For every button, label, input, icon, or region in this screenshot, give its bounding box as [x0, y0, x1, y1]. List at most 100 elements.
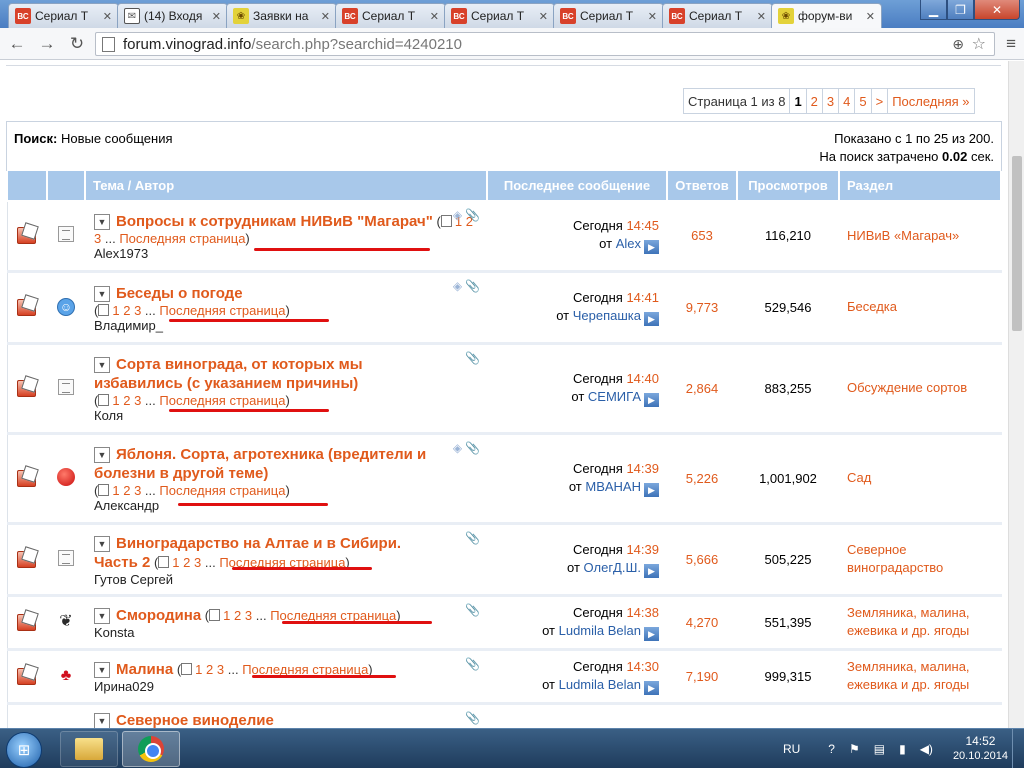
replies-count[interactable]: 2,864 [666, 342, 738, 435]
page-link[interactable]: 5 [854, 89, 871, 113]
page-link[interactable]: 3 [194, 555, 201, 570]
volume-icon[interactable]: ◀) [920, 742, 933, 756]
replies-count[interactable]: 7,190 [666, 648, 738, 705]
forum-link[interactable]: Земляника, малина, ежевика и др. ягоды [838, 648, 1002, 705]
forum-link[interactable]: НИВиВ «Магарач» [838, 200, 1002, 273]
page-link[interactable]: 3 [94, 231, 101, 246]
page-link[interactable]: 2 [183, 555, 190, 570]
browser-tab-7[interactable]: ВС Сериал Т ✕ [662, 3, 773, 28]
last-post-user[interactable]: СЕМИГА [588, 389, 641, 404]
page-link[interactable]: 3 [245, 608, 252, 623]
replies-count[interactable]: 5,226 [666, 432, 738, 525]
last-page-link[interactable]: Последняя страница [119, 231, 245, 246]
clock[interactable]: 14:52 20.10.2014 [953, 734, 1008, 764]
topic-author[interactable]: Гутов Сергей [94, 572, 479, 587]
topic-author[interactable]: Александр [94, 498, 479, 513]
thread-status-icon[interactable] [15, 611, 38, 631]
go-to-last-post-icon[interactable]: ▶ [644, 563, 659, 578]
close-icon[interactable]: ✕ [645, 10, 657, 23]
topic-title[interactable]: Сорта винограда, от которых мы избавилис… [94, 356, 363, 392]
page-link[interactable]: 1 [195, 662, 202, 677]
page-link[interactable]: 3 [217, 662, 224, 677]
thread-dropdown-icon[interactable]: ▼ [94, 214, 110, 231]
thread-dropdown-icon[interactable]: ▼ [94, 285, 110, 302]
topic-title[interactable]: Малина [116, 661, 173, 678]
bookmark-star-icon[interactable]: ☆ [972, 34, 986, 54]
last-post-user[interactable]: Ludmila Belan [559, 623, 641, 638]
language-indicator[interactable]: RU [783, 742, 800, 756]
scrollbar-thumb[interactable] [1012, 156, 1022, 331]
browser-tab-1[interactable]: ВС Сериал Т ✕ [8, 3, 119, 28]
network-icon[interactable]: ▮ [899, 742, 906, 756]
topic-title[interactable]: Северное виноделие [116, 712, 274, 729]
forum-link[interactable]: Сад [838, 432, 1002, 525]
page-link[interactable]: 1 [112, 303, 119, 318]
vertical-scrollbar[interactable] [1008, 61, 1024, 728]
device-icon[interactable]: ▤ [874, 742, 885, 756]
header-forum[interactable]: Раздел [838, 171, 1002, 202]
browser-tab-5[interactable]: ВС Сериал Т ✕ [444, 3, 555, 28]
replies-count[interactable]: 653 [666, 200, 738, 273]
replies-count[interactable]: 4,270 [666, 594, 738, 651]
browser-tab-3[interactable]: ❀ Заявки на ✕ [226, 3, 337, 28]
thread-dropdown-icon[interactable]: ▼ [94, 447, 110, 463]
go-to-last-post-icon[interactable]: ▶ [644, 392, 659, 407]
go-to-last-post-icon[interactable]: ▶ [644, 626, 659, 641]
zoom-icon[interactable]: ⊕ [952, 36, 964, 53]
close-icon[interactable]: ✕ [863, 10, 875, 23]
page-link[interactable]: 3 [134, 303, 141, 318]
thread-status-icon[interactable] [15, 467, 38, 487]
page-link[interactable]: 2 [123, 303, 130, 318]
thread-status-icon[interactable] [15, 548, 38, 568]
page-link[interactable]: 3 [134, 393, 141, 408]
close-icon[interactable]: ✕ [318, 10, 330, 23]
header-replies[interactable]: Ответов [666, 171, 738, 202]
thread-status-icon[interactable] [15, 665, 38, 685]
topic-title[interactable]: Яблоня. Сорта, агротехника (вредители и … [94, 446, 426, 482]
close-icon[interactable]: ✕ [754, 10, 766, 23]
go-to-last-post-icon[interactable]: ▶ [644, 482, 659, 497]
page-link[interactable]: 2 [123, 393, 130, 408]
page-last-link[interactable]: Последняя » [887, 89, 974, 113]
thread-status-icon[interactable] [15, 296, 38, 316]
go-to-last-post-icon[interactable]: ▶ [644, 240, 659, 255]
topic-author[interactable]: Ирина029 [94, 679, 479, 694]
browser-tab-2[interactable]: ✉ (14) Входя ✕ [117, 3, 228, 28]
restore-icon[interactable]: ❐ [947, 0, 974, 20]
minimize-icon[interactable]: ▁ [920, 0, 947, 20]
page-link[interactable]: 4 [838, 89, 855, 113]
topic-author[interactable]: Konsta [94, 625, 479, 640]
last-page-link[interactable]: Последняя страница [159, 483, 285, 498]
header-topic[interactable]: Тема / Автор [84, 171, 488, 202]
last-page-link[interactable]: Последняя страница [159, 393, 285, 408]
forum-link[interactable]: Земляника, малина, ежевика и др. ягоды [838, 594, 1002, 651]
start-button-icon[interactable]: ⊞ [6, 732, 42, 768]
menu-icon[interactable]: ≡ [1006, 34, 1016, 54]
replies-count[interactable]: 5,666 [666, 522, 738, 597]
thread-dropdown-icon[interactable]: ▼ [94, 535, 110, 552]
flag-icon[interactable]: ⚑ [849, 742, 860, 756]
page-link[interactable]: 2 [206, 662, 213, 677]
page-link[interactable]: 1 [112, 483, 119, 498]
help-icon[interactable]: ? [828, 742, 835, 756]
thread-status-icon[interactable] [15, 377, 38, 397]
show-desktop-button[interactable] [1012, 729, 1024, 768]
thread-dropdown-icon[interactable]: ▼ [94, 662, 110, 678]
forward-icon[interactable]: → [34, 31, 60, 57]
last-post-user[interactable]: Ludmila Belan [559, 677, 641, 692]
go-to-last-post-icon[interactable]: ▶ [644, 311, 659, 326]
close-icon[interactable]: ✕ [209, 10, 221, 23]
last-page-link[interactable]: Последняя страница [159, 303, 285, 318]
back-icon[interactable]: ← [4, 31, 30, 57]
explorer-taskbar-button[interactable] [60, 731, 118, 767]
page-link[interactable]: 2 [234, 608, 241, 623]
window-close-icon[interactable]: ✕ [974, 0, 1020, 20]
go-to-last-post-icon[interactable]: ▶ [644, 680, 659, 695]
reload-icon[interactable]: ↻ [64, 31, 90, 57]
page-link[interactable]: 1 [223, 608, 230, 623]
header-views[interactable]: Просмотров [736, 171, 840, 202]
page-link-current[interactable]: 1 [789, 89, 806, 113]
thread-dropdown-icon[interactable]: ▼ [94, 357, 110, 373]
page-link[interactable]: 2 [123, 483, 130, 498]
browser-tab-6[interactable]: ВС Сериал Т ✕ [553, 3, 664, 28]
